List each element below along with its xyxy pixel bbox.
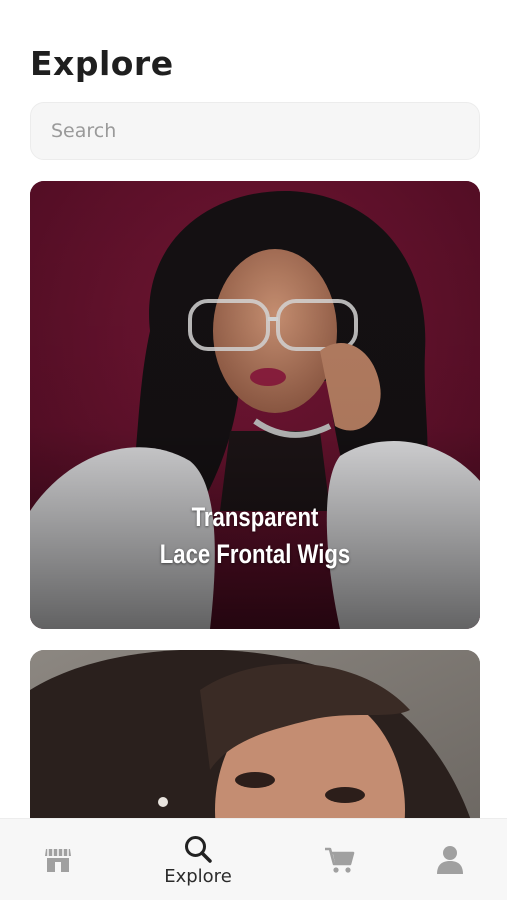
cart-icon — [325, 847, 355, 873]
collection-card-transparent-lace[interactable]: Transparent Lace Frontal Wigs — [30, 181, 480, 629]
tab-profile[interactable] — [400, 819, 500, 900]
explore-screen: Explore Search Transparent Lace Frontal … — [0, 0, 507, 900]
tab-shop[interactable] — [8, 819, 108, 900]
page-title: Explore — [30, 44, 174, 83]
tab-explore[interactable]: Explore — [148, 819, 248, 900]
bottom-tab-bar: Explore — [0, 818, 507, 900]
storefront-icon — [45, 849, 71, 872]
tab-cart[interactable] — [290, 819, 390, 900]
card-caption-line-1: Transparent — [191, 502, 319, 532]
search-input[interactable] — [30, 102, 480, 160]
search-icon — [185, 835, 212, 863]
user-icon — [437, 846, 463, 874]
tab-explore-label: Explore — [164, 865, 232, 887]
card-caption: Transparent Lace Frontal Wigs — [71, 499, 440, 573]
card-caption-line-2: Lace Frontal Wigs — [159, 539, 351, 569]
